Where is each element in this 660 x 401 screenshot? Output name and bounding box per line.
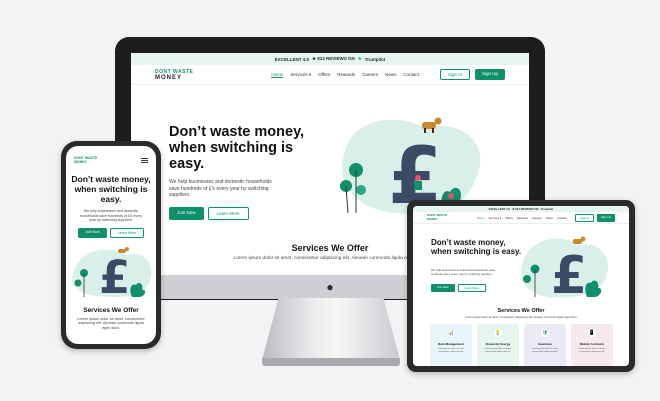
mobile-hero-description: We help businesses and domestic househol…: [79, 209, 143, 222]
hamburger-menu-icon[interactable]: [141, 157, 148, 163]
card-title: Domestic Energy: [485, 342, 511, 346]
service-card-debt[interactable]: 📊 Debt Management Lorem ipsum dolor sit …: [430, 324, 472, 366]
nav-links: Home Services ▾ Offers Rewards Careers N…: [271, 72, 419, 78]
trustpilot-logo: ★: [357, 56, 362, 61]
mobile-nav: DONT WASTE MONEY: [66, 146, 156, 164]
rating-text: EXCELLENT 4.5: [488, 207, 510, 211]
tablet-pound-illustration: £: [521, 236, 608, 299]
tablet-hero-description: We help businesses and domestic househol…: [431, 268, 496, 276]
service-card-insurance[interactable]: 🛡 Insurance Lorem ipsum dolor sit amet, …: [524, 324, 566, 366]
sign-in-button[interactable]: Sign In: [439, 69, 470, 80]
trustpilot-label: Trustpilot: [540, 207, 554, 211]
hero-title: Don’t waste money, when switching is eas…: [169, 124, 305, 172]
hero-section: Don’t waste money, when switching is eas…: [169, 124, 309, 220]
tablet-services-title: Services We Offer: [497, 308, 545, 314]
trustpilot-bar: EXCELLENT 4.5 ★ 813 REVIEWS ON ★ Trustpi…: [131, 53, 529, 65]
shield-icon: 🛡: [541, 329, 549, 337]
mobile-logo[interactable]: DONT WASTE MONEY: [74, 156, 97, 164]
nav-services[interactable]: Services ▾: [290, 72, 311, 78]
phone-icon: 📱: [588, 329, 596, 337]
service-card-energy[interactable]: 💡 Domestic Energy Lorem ipsum dolor sit …: [477, 324, 519, 366]
tablet-hero-title: Don’t waste money, when switching is eas…: [431, 238, 522, 256]
monitor-stand-base: [262, 358, 400, 366]
auth-buttons: Sign In Sign Up: [439, 69, 505, 80]
mobile-website: DONT WASTE MONEY Don’t waste money, when…: [66, 146, 156, 344]
logo-line-2: MONEY: [155, 74, 183, 81]
learn-more-button[interactable]: Learn More: [207, 206, 249, 220]
learn-more-button[interactable]: Learn More: [457, 284, 486, 292]
tablet-hero-actions: Join Now Learn More: [431, 284, 486, 292]
learn-more-button[interactable]: Learn More: [109, 227, 145, 238]
card-description: Lorem ipsum dolor sit amet, consectetur …: [484, 348, 512, 353]
card-title: Insurance: [537, 342, 553, 346]
sign-in-button[interactable]: Sign In: [575, 213, 595, 222]
sign-up-button[interactable]: Sign Up: [597, 213, 615, 222]
nav-home[interactable]: Home: [271, 72, 284, 78]
nav-offers[interactable]: Offers: [318, 72, 330, 78]
svg-text:£: £: [551, 246, 587, 299]
phone-device: DONT WASTE MONEY Don’t waste money, when…: [61, 141, 161, 349]
card-title: Mobile Contracts: [579, 342, 605, 346]
mobile-services-description: Lorem ipsum dolor sit amet, consectetur …: [77, 316, 145, 331]
nav-rewards[interactable]: Rewards: [517, 216, 528, 220]
lightbulb-icon: 💡: [494, 329, 502, 337]
mobile-services-title: Services We Offer: [83, 306, 139, 314]
join-now-button[interactable]: Join Now: [77, 227, 107, 238]
mobile-services-section: Services We Offer Lorem ipsum dolor sit …: [66, 307, 156, 331]
trustpilot-label: Trustpilot: [364, 56, 386, 62]
card-description: Lorem ipsum dolor sit amet, consectetur …: [437, 348, 465, 353]
mobile-pound-illustration: £: [72, 246, 152, 304]
tablet-services-section: Services We Offer Lorem ipsum dolor sit …: [413, 308, 629, 320]
card-description: Lorem ipsum dolor sit amet, consectetur …: [531, 348, 559, 353]
join-now-button[interactable]: Join Now: [169, 206, 204, 220]
reviews-text: ★ 813 REVIEWS ON: [511, 207, 539, 211]
site-logo[interactable]: DONT WASTE MONEY: [155, 69, 193, 81]
reviews-text: ★ 813 REVIEWS ON: [311, 56, 355, 61]
tablet-services-description: Lorem ipsum dolor sit amet, consectetur …: [464, 315, 578, 319]
tablet-website: EXCELLENT 4.5 ★ 813 REVIEWS ON Trustpilo…: [413, 206, 629, 366]
nav-careers[interactable]: Careers: [532, 216, 542, 220]
mobile-hero-actions: Join Now Learn More: [66, 227, 156, 238]
join-now-button[interactable]: Join Now: [431, 284, 455, 292]
rating-text: EXCELLENT 4.5: [274, 56, 309, 62]
chart-icon: 📊: [447, 329, 455, 337]
svg-text:£: £: [99, 251, 130, 298]
nav-contact[interactable]: Contact: [403, 72, 419, 78]
nav-contact[interactable]: Contact: [557, 216, 567, 220]
tablet-service-cards: 📊 Debt Management Lorem ipsum dolor sit …: [430, 324, 613, 366]
monitor-stand: [262, 298, 400, 360]
mobile-hero-title: Don’t waste money, when switching is eas…: [71, 174, 151, 204]
logo-line-1: DONT WASTE: [155, 68, 194, 75]
tablet-device: EXCELLENT 4.5 ★ 813 REVIEWS ON Trustpilo…: [407, 200, 635, 372]
nav-rewards[interactable]: Rewards: [337, 72, 355, 78]
tablet-logo[interactable]: DONT WASTE MONEY: [427, 213, 447, 221]
nav-home[interactable]: Home: [477, 216, 484, 220]
hero-actions: Join Now Learn More: [169, 206, 309, 220]
hero-description: We help businesses and domestic househol…: [169, 179, 272, 198]
tablet-auth-buttons: Sign In Sign Up: [575, 213, 615, 222]
nav-careers[interactable]: Careers: [362, 72, 378, 78]
nav-news[interactable]: News: [546, 216, 553, 220]
tablet-navigation: DONT WASTE MONEY Home Services ▾ Offers …: [413, 212, 629, 224]
logo-line-2: MONEY: [74, 160, 87, 164]
sign-up-button[interactable]: Sign Up: [474, 69, 505, 80]
main-navigation: DONT WASTE MONEY Home Services ▾ Offers …: [131, 65, 529, 85]
nav-offers[interactable]: Offers: [505, 216, 513, 220]
nav-news[interactable]: News: [385, 72, 396, 78]
nav-services[interactable]: Services ▾: [488, 216, 501, 220]
card-description: Lorem ipsum dolor sit amet, consectetur …: [578, 348, 606, 353]
card-title: Debt Management: [438, 342, 464, 346]
service-card-mobile[interactable]: 📱 Mobile Contracts Lorem ipsum dolor sit…: [571, 324, 613, 366]
logo-line-2: MONEY: [427, 216, 439, 221]
tablet-nav-links: Home Services ▾ Offers Rewards Careers N…: [477, 216, 567, 220]
apple-logo-icon: ●: [326, 280, 334, 294]
